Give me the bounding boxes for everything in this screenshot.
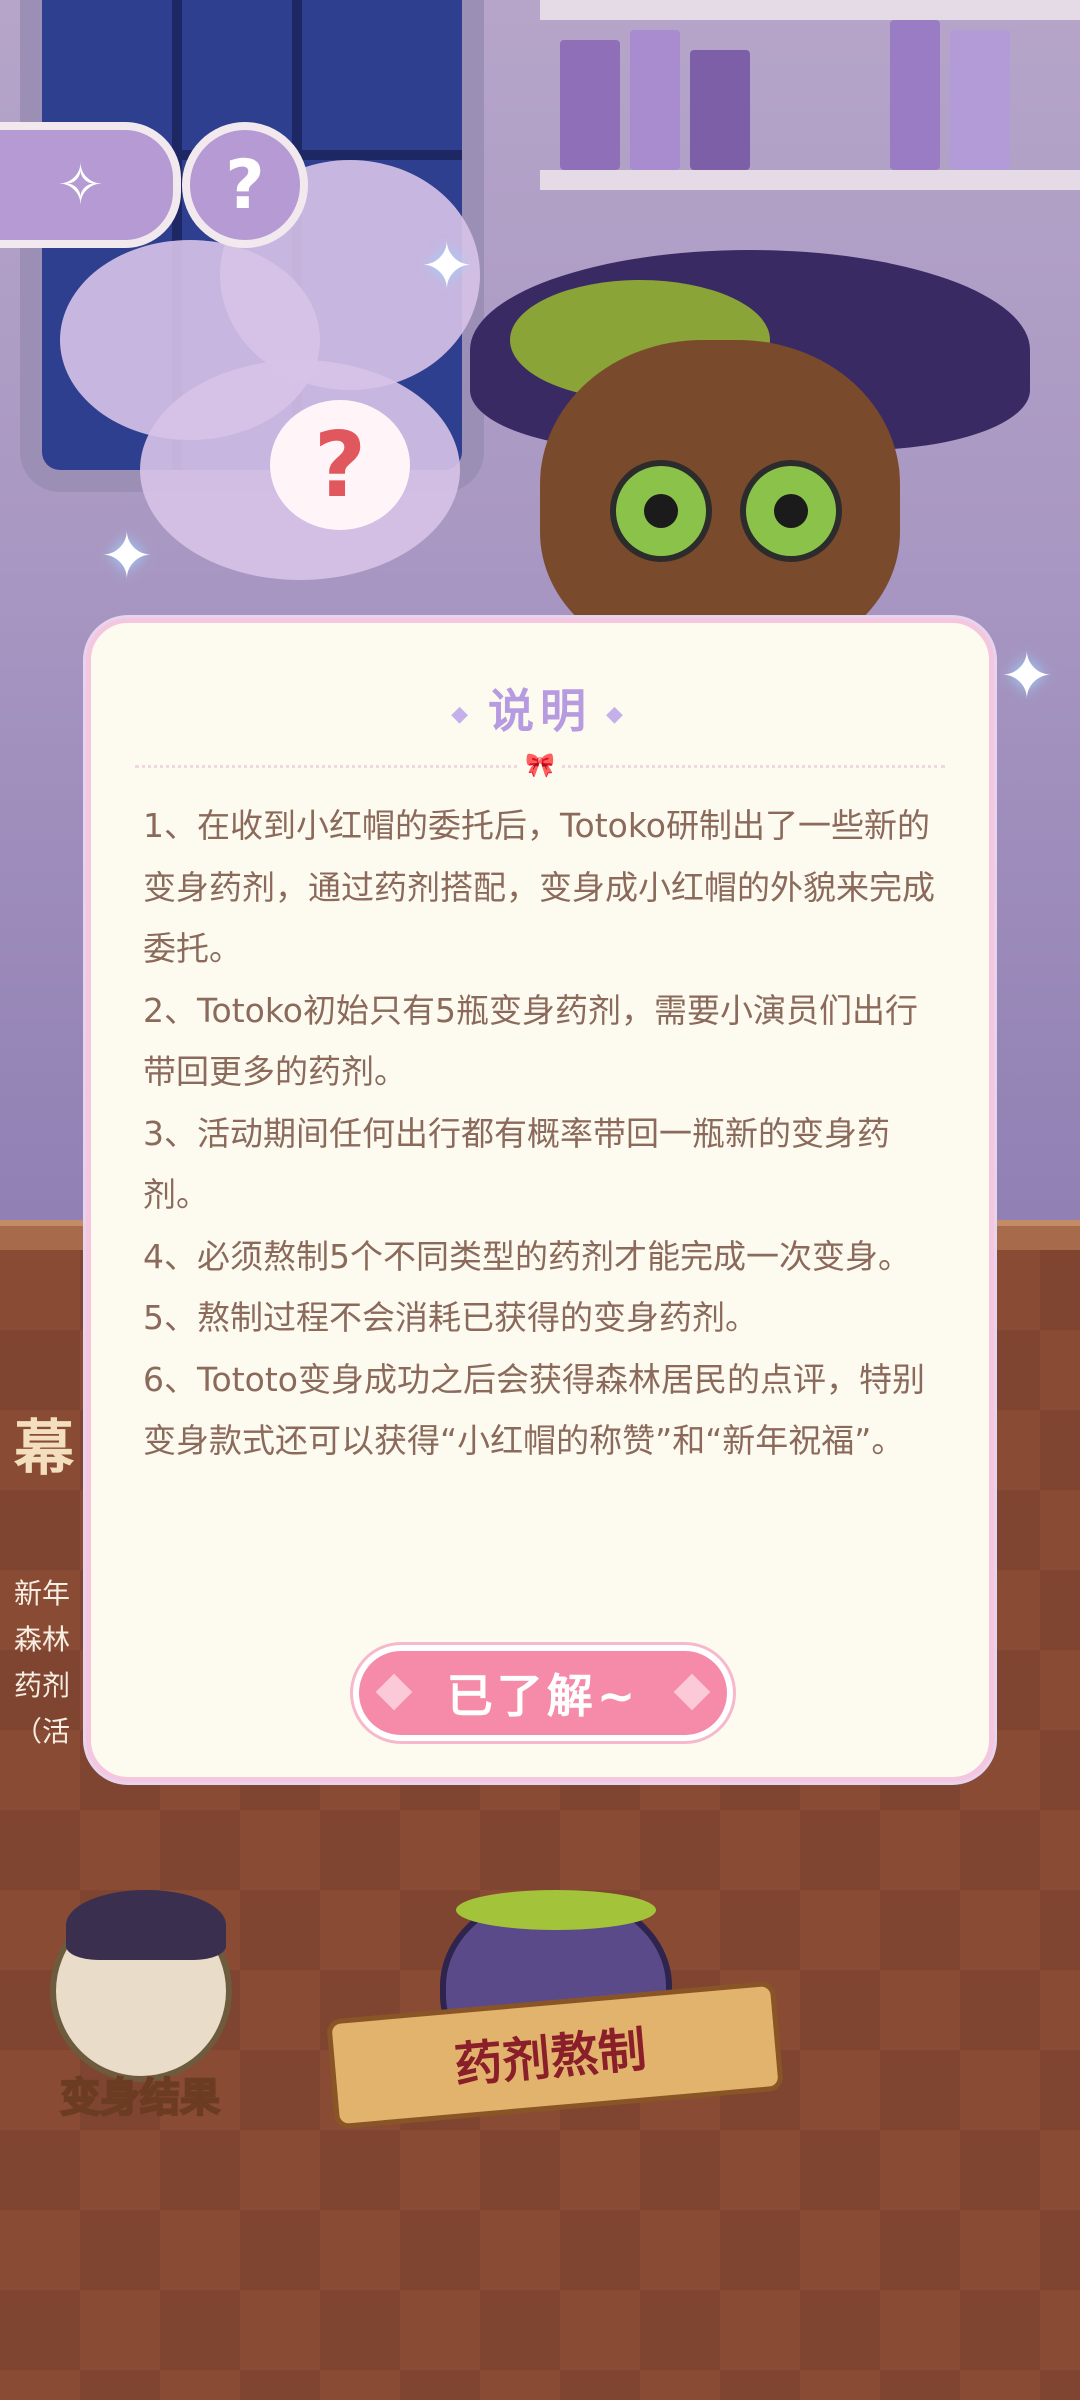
rule-item: 3、活动期间任何出行都有概率带回一瓶新的变身药剂。 xyxy=(143,1113,890,1215)
diamond-icon: ◆ xyxy=(451,702,474,727)
rule-item: 5、熬制过程不会消耗已获得的变身药剂。 xyxy=(143,1298,758,1337)
bow-icon: 🎀 xyxy=(520,751,560,779)
rule-item: 2、Totoko初始只有5瓶变身药剂，需要小演员们出行带回更多的药剂。 xyxy=(143,990,918,1092)
diamond-icon: ◆ xyxy=(606,702,629,727)
gem-icon xyxy=(375,1673,413,1711)
gem-icon xyxy=(673,1673,711,1711)
rule-item: 6、Tototo变身成功之后会获得森林居民的点评，特别变身款式还可以获得“小红帽… xyxy=(143,1359,925,1461)
modal-title: 说明 xyxy=(488,684,592,738)
confirm-button[interactable]: 已了解~ xyxy=(353,1645,733,1741)
rule-item: 1、在收到小红帽的委托后，Totoko研制出了一些新的变身药剂，通过药剂搭配，变… xyxy=(143,806,935,968)
rules-list: 1、在收到小红帽的委托后，Totoko研制出了一些新的变身药剂，通过药剂搭配，变… xyxy=(143,795,943,1472)
rule-item: 4、必须熬制5个不同类型的药剂才能完成一次变身。 xyxy=(143,1236,911,1276)
modal-overlay: ◆ 说明 ◆ 🎀 1、在收到小红帽的委托后，Totoko研制出了一些新的变身药剂，通… xyxy=(0,0,1080,2400)
confirm-label: 已了解~ xyxy=(446,1669,640,1723)
modal-title-row: ◆ 说明 ◆ xyxy=(91,675,989,741)
instructions-modal: ◆ 说明 ◆ 🎀 1、在收到小红帽的委托后，Totoko研制出了一些新的变身药剂，通… xyxy=(86,618,994,1782)
